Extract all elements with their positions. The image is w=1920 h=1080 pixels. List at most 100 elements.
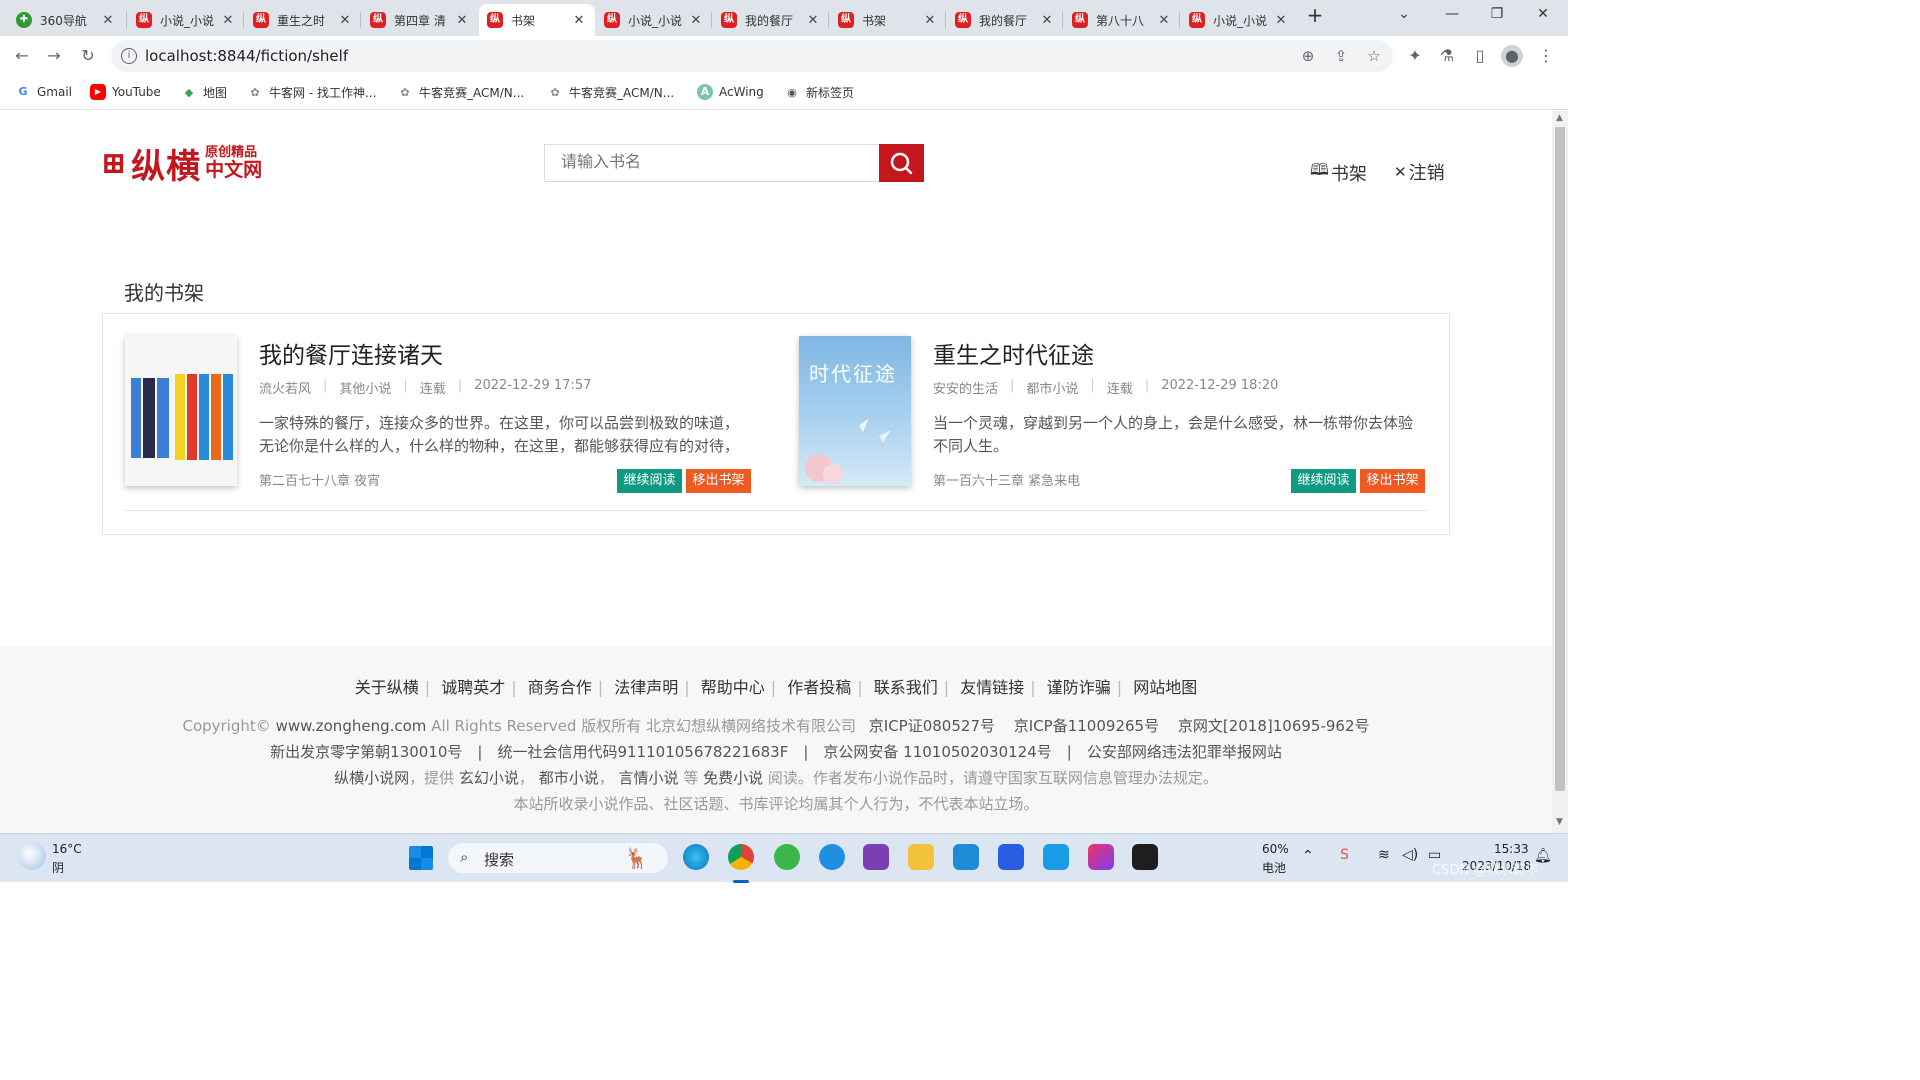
media-player-icon[interactable]: [998, 844, 1024, 870]
site-info-icon[interactable]: i: [121, 48, 137, 64]
footer-link[interactable]: 商务合作: [528, 678, 592, 697]
browser-tab[interactable]: ✚ 360导航 ✕: [8, 4, 124, 36]
notification-bell-icon[interactable]: 🔔︎: [1534, 848, 1552, 864]
taskbar-search[interactable]: ⌕ 搜索 🦌: [448, 843, 668, 873]
remove-from-shelf-button[interactable]: 移出书架: [1360, 469, 1425, 493]
browser-tab[interactable]: 纵 小说_小说 ✕: [596, 4, 712, 36]
latest-chapter-link[interactable]: 第一百六十三章 紧急来电: [933, 470, 1080, 489]
site-logo[interactable]: ⊞ 纵横 原创精品 中文网: [101, 143, 262, 187]
windows-start-icon[interactable]: [409, 846, 433, 870]
genre-link[interactable]: 玄幻小说: [459, 769, 519, 787]
omnibox[interactable]: i localhost:8844/fiction/shelf ⊕ ⇪ ☆: [111, 40, 1393, 72]
new-tab-icon[interactable]: +: [1300, 3, 1330, 27]
zoom-icon[interactable]: ⊕: [1298, 47, 1318, 65]
latest-chapter-link[interactable]: 第二百七十八章 夜宵: [259, 470, 380, 489]
browser-tab[interactable]: 纵 我的餐厅 ✕: [947, 4, 1063, 36]
book-cover[interactable]: 时代征途: [799, 336, 911, 486]
weather-desc[interactable]: 阴: [52, 859, 64, 876]
icp-record-link[interactable]: 京ICP备11009265号: [1014, 717, 1159, 735]
close-tab-icon[interactable]: ✕: [337, 13, 353, 28]
back-icon[interactable]: ←: [10, 45, 34, 67]
close-tab-icon[interactable]: ✕: [220, 13, 236, 28]
culture-license-link[interactable]: 京网文[2018]10695-962号: [1178, 717, 1370, 735]
footer-link[interactable]: 帮助中心: [701, 678, 765, 697]
browser-tab-active[interactable]: 纵 书架 ✕: [479, 4, 595, 36]
bookmark-new-tab[interactable]: ◉ 新标签页: [784, 84, 854, 101]
ie-green-icon[interactable]: [774, 844, 800, 870]
bookmark-nowcoder[interactable]: ✿ 牛客网 - 找工作神...: [247, 84, 376, 101]
close-tab-icon[interactable]: ✕: [1039, 13, 1055, 28]
close-tab-icon[interactable]: ✕: [922, 13, 938, 28]
maximize-icon[interactable]: ❐: [1482, 6, 1512, 22]
book-cover[interactable]: [125, 336, 237, 486]
forward-icon[interactable]: →: [42, 45, 66, 67]
footer-link[interactable]: 网站地图: [1133, 678, 1197, 697]
bookmark-gmail[interactable]: G Gmail: [15, 84, 72, 100]
book-category[interactable]: 其他小说: [339, 378, 391, 397]
edge-icon[interactable]: [683, 844, 709, 870]
url-text[interactable]: localhost:8844/fiction/shelf: [145, 47, 348, 65]
search-button[interactable]: [879, 144, 924, 182]
scroll-up-icon[interactable]: ▲: [1556, 113, 1563, 123]
footer-link[interactable]: 诚聘英才: [441, 678, 505, 697]
intellij-icon[interactable]: [1088, 844, 1114, 870]
minimize-icon[interactable]: —: [1437, 6, 1467, 22]
footer-link[interactable]: 关于纵横: [355, 678, 419, 697]
continue-reading-button[interactable]: 继续阅读: [617, 469, 682, 493]
chrome-icon[interactable]: [728, 844, 754, 870]
visual-studio-icon[interactable]: [863, 844, 889, 870]
footer-link[interactable]: 谨防诈骗: [1047, 678, 1111, 697]
browser-tab[interactable]: 纵 小说_小说 ✕: [1181, 4, 1297, 36]
sogou-input-icon[interactable]: S: [1340, 847, 1349, 863]
bookmark-nowcoder-acm-1[interactable]: ✿ 牛客竞赛_ACM/N...: [397, 84, 524, 101]
browser-tab[interactable]: 纵 重生之时 ✕: [245, 4, 361, 36]
book-author[interactable]: 安安的生活: [933, 378, 998, 397]
scrollbar-thumb[interactable]: [1555, 127, 1565, 791]
close-tab-icon[interactable]: ✕: [571, 13, 587, 28]
file-explorer-icon[interactable]: [908, 844, 934, 870]
battery-percent[interactable]: 60%: [1262, 842, 1289, 856]
bookmark-acwing[interactable]: A AcWing: [697, 84, 764, 100]
browser-tab[interactable]: 纵 小说_小说 ✕: [128, 4, 244, 36]
close-tab-icon[interactable]: ✕: [1273, 13, 1289, 28]
battery-label[interactable]: 电池: [1262, 859, 1286, 876]
browser-tab[interactable]: 纵 第四章 清 ✕: [362, 4, 478, 36]
close-tab-icon[interactable]: ✕: [100, 13, 116, 28]
page-scrollbar[interactable]: ▲ ▼: [1552, 111, 1568, 833]
genre-link[interactable]: 言情小说: [619, 769, 679, 787]
tab-search-chevron-icon[interactable]: ⌄: [1389, 6, 1419, 22]
scroll-down-icon[interactable]: ▼: [1556, 817, 1563, 827]
footer-link[interactable]: 联系我们: [874, 678, 938, 697]
reload-icon[interactable]: ↻: [76, 45, 100, 67]
bookmark-youtube[interactable]: ▶ YouTube: [90, 84, 161, 100]
book-category[interactable]: 都市小说: [1026, 378, 1078, 397]
volume-icon[interactable]: ◁): [1402, 847, 1418, 863]
bookmark-nowcoder-acm-2[interactable]: ✿ 牛客竞赛_ACM/N...: [547, 84, 674, 101]
bookmark-maps[interactable]: ◆ 地图: [181, 84, 227, 101]
continue-reading-button[interactable]: 继续阅读: [1291, 469, 1356, 493]
browser-tab[interactable]: 纵 我的餐厅 ✕: [713, 4, 829, 36]
share-icon[interactable]: ⇪: [1331, 47, 1351, 65]
labs-icon[interactable]: ⚗: [1435, 45, 1459, 67]
weather-temp[interactable]: 16°C: [52, 842, 82, 856]
profile-avatar-icon[interactable]: ●: [1501, 45, 1523, 67]
icp-license-link[interactable]: 京ICP证080527号: [869, 717, 995, 735]
genre-link[interactable]: 都市小说: [539, 769, 599, 787]
extensions-icon[interactable]: ✦: [1403, 45, 1427, 67]
site-name-link[interactable]: 纵横小说网: [334, 769, 409, 787]
book-title-link[interactable]: 我的餐厅连接诸天: [259, 336, 443, 370]
kugou-icon[interactable]: [819, 844, 845, 870]
weather-cloud-icon[interactable]: [18, 842, 46, 870]
close-tab-icon[interactable]: ✕: [688, 13, 704, 28]
tray-overflow-chevron-icon[interactable]: ⌃: [1302, 848, 1314, 864]
terminal-icon[interactable]: [1132, 844, 1158, 870]
copyright-domain-link[interactable]: www.zongheng.com: [276, 717, 427, 735]
nav-shelf-link[interactable]: 🕮 书架: [1310, 159, 1367, 186]
menu-icon[interactable]: ⋮: [1534, 45, 1558, 67]
vscode-icon[interactable]: [953, 844, 979, 870]
feishu-icon[interactable]: [1043, 844, 1069, 870]
book-author[interactable]: 流火若风: [259, 378, 311, 397]
remove-from-shelf-button[interactable]: 移出书架: [686, 469, 751, 493]
wifi-icon[interactable]: ≋: [1378, 847, 1390, 863]
footer-link[interactable]: 友情链接: [960, 678, 1024, 697]
